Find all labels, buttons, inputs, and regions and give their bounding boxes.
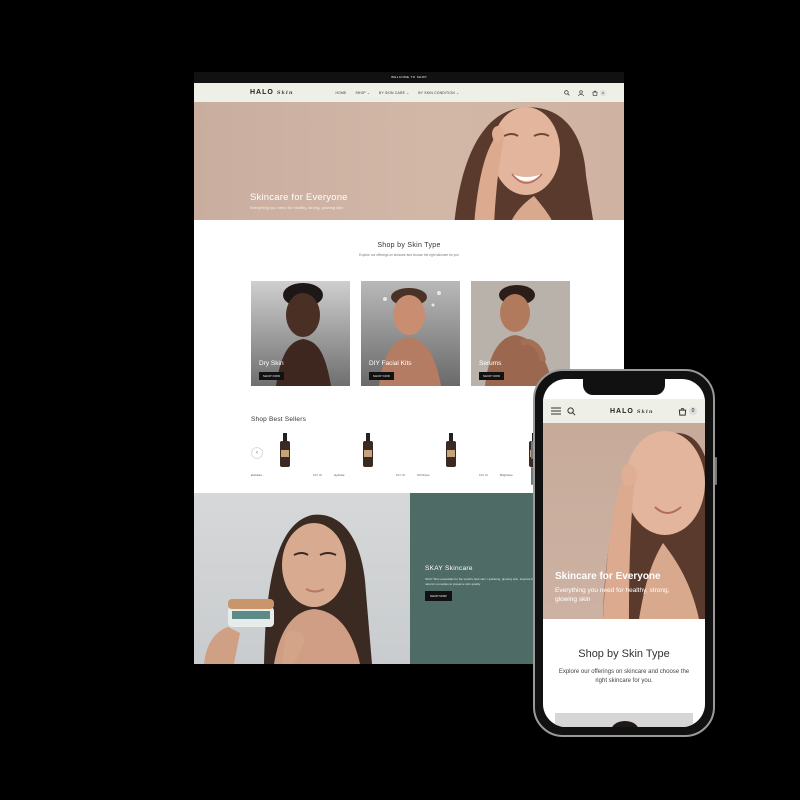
cart-icon[interactable] xyxy=(592,90,598,96)
dry-skin-image xyxy=(251,281,350,386)
header-nav: HALO Skin HOME SHOP ⌄ BY SKIN CARE ⌄ BY S… xyxy=(194,83,624,102)
mobile-hero-subtitle: Everything you need for healthy, strong,… xyxy=(555,587,670,603)
skin-card-dry-skin[interactable]: Dry Skin SHOP NOW xyxy=(251,281,350,386)
section-title: Shop by Skin Type xyxy=(377,242,441,249)
promo-title: SKAY Skincare xyxy=(425,565,473,572)
mobile-hero-banner: Skincare for Everyone Everything you nee… xyxy=(543,423,705,619)
mobile-card-image xyxy=(555,713,693,727)
dropper-bottle-image xyxy=(446,433,456,467)
cart-count-badge: 0 xyxy=(600,89,606,96)
menu-item-by-skin-condition[interactable]: BY SKIN CONDITION ⌄ xyxy=(418,91,459,95)
menu-item-home[interactable]: HOME xyxy=(335,91,346,95)
product-card[interactable]: Oil Drops $28.00 xyxy=(417,433,500,477)
main-menu: HOME SHOP ⌄ BY SKIN CARE ⌄ BY SKIN CONDI… xyxy=(335,91,459,95)
account-icon[interactable] xyxy=(578,89,584,96)
dropper-bottle-image xyxy=(280,433,290,467)
phone-power-button xyxy=(715,457,717,485)
dropper-bottle-image xyxy=(363,433,373,467)
hero-title: Skincare for Everyone xyxy=(250,192,348,203)
menu-item-by-skin-care[interactable]: BY SKIN CARE ⌄ xyxy=(379,91,409,95)
section-subtitle: Explore our offerings on skincare and ch… xyxy=(359,253,459,257)
menu-item-shop[interactable]: SHOP ⌄ xyxy=(355,91,370,95)
skin-card-diy-facial-kits[interactable]: DIY Facial Kits SHOP NOW xyxy=(361,281,460,386)
logo[interactable]: HALO Skin xyxy=(250,89,293,96)
carousel-prev-arrow[interactable]: ‹ xyxy=(251,447,263,459)
product-card[interactable]: Exfoliati... $45.00 xyxy=(251,433,334,477)
hamburger-menu-icon[interactable] xyxy=(551,407,561,415)
phone-screen: HALO Skin 0 Skincare for Everyone Everyth… xyxy=(543,379,705,727)
header-icons: 0 xyxy=(564,89,606,96)
cart-icon[interactable] xyxy=(678,407,687,416)
shop-by-skin-type-section: Shop by Skin Type Explore our offerings … xyxy=(194,220,624,386)
mobile-skin-card[interactable] xyxy=(555,713,693,727)
hero-banner: Skincare for Everyone Everything you nee… xyxy=(194,102,624,220)
phone-volume-button xyxy=(531,467,533,485)
mobile-header: HALO Skin 0 xyxy=(543,399,705,423)
search-icon[interactable] xyxy=(564,89,570,96)
phone-notch xyxy=(583,379,665,395)
hero-woman-image xyxy=(454,107,594,220)
promo-shop-now-button[interactable]: SHOP NOW xyxy=(425,591,452,601)
shop-now-button[interactable]: SHOP NOW xyxy=(369,372,395,380)
mobile-hero-title: Skincare for Everyone xyxy=(555,571,661,582)
hero-subtitle: Everything you need for healthy, strong,… xyxy=(250,205,344,210)
mobile-section-title: Shop by Skin Type xyxy=(578,648,670,660)
shop-now-button[interactable]: SHOP NOW xyxy=(259,372,285,380)
phone-mockup: HALO Skin 0 Skincare for Everyone Everyth… xyxy=(531,369,717,737)
promo-text: SKAY Skin essentials for the world's bes… xyxy=(425,577,535,586)
mobile-section-subtitle: Explore our offerings on skincare and ch… xyxy=(558,669,690,684)
search-icon[interactable] xyxy=(567,406,576,416)
woman-with-jar-image xyxy=(204,514,372,664)
phone-volume-button xyxy=(531,441,533,459)
product-card[interactable]: Hydrate $32.00 xyxy=(334,433,417,477)
shop-now-button[interactable]: SHOP NOW xyxy=(479,372,505,380)
promo-image xyxy=(194,493,410,664)
mobile-logo[interactable]: HALO Skin xyxy=(610,408,653,415)
cart-count-badge: 0 xyxy=(689,407,697,415)
diy-facial-kits-image xyxy=(361,281,460,386)
announcement-bar: WELCOME TO SHOP xyxy=(194,72,624,83)
